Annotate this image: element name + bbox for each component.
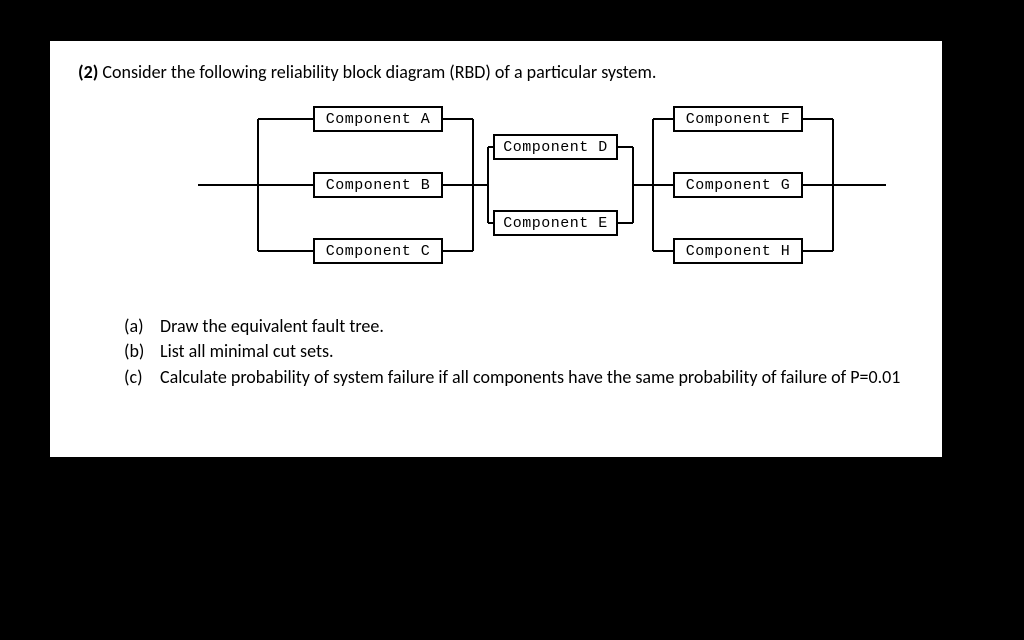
part-a-text: Draw the equivalent fault tree. [160,314,914,338]
part-a-label: (a) [124,314,146,338]
rbd-diagram: Component A Component B Component C Comp… [78,95,914,300]
part-b-label: (b) [124,339,146,363]
question-prompt: Consider the following reliability block… [102,61,656,83]
block-component-e: Component E [493,210,618,236]
part-b-text: List all minimal cut sets. [160,339,914,363]
part-a: (a) Draw the equivalent fault tree. [124,314,914,338]
question-heading: (2) Consider the following reliability b… [78,61,914,83]
block-component-b: Component B [313,172,443,198]
block-component-g: Component G [673,172,803,198]
part-c-text: Calculate probability of system failure … [160,365,914,389]
part-b: (b) List all minimal cut sets. [124,339,914,363]
block-component-c: Component C [313,238,443,264]
block-component-f: Component F [673,106,803,132]
block-component-h: Component H [673,238,803,264]
block-component-d: Component D [493,134,618,160]
page: (2) Consider the following reliability b… [50,41,942,457]
subquestions: (a) Draw the equivalent fault tree. (b) … [124,314,914,389]
question-number: (2) [78,61,98,83]
block-component-a: Component A [313,106,443,132]
part-c-label: (c) [124,365,146,389]
part-c: (c) Calculate probability of system fail… [124,365,914,389]
